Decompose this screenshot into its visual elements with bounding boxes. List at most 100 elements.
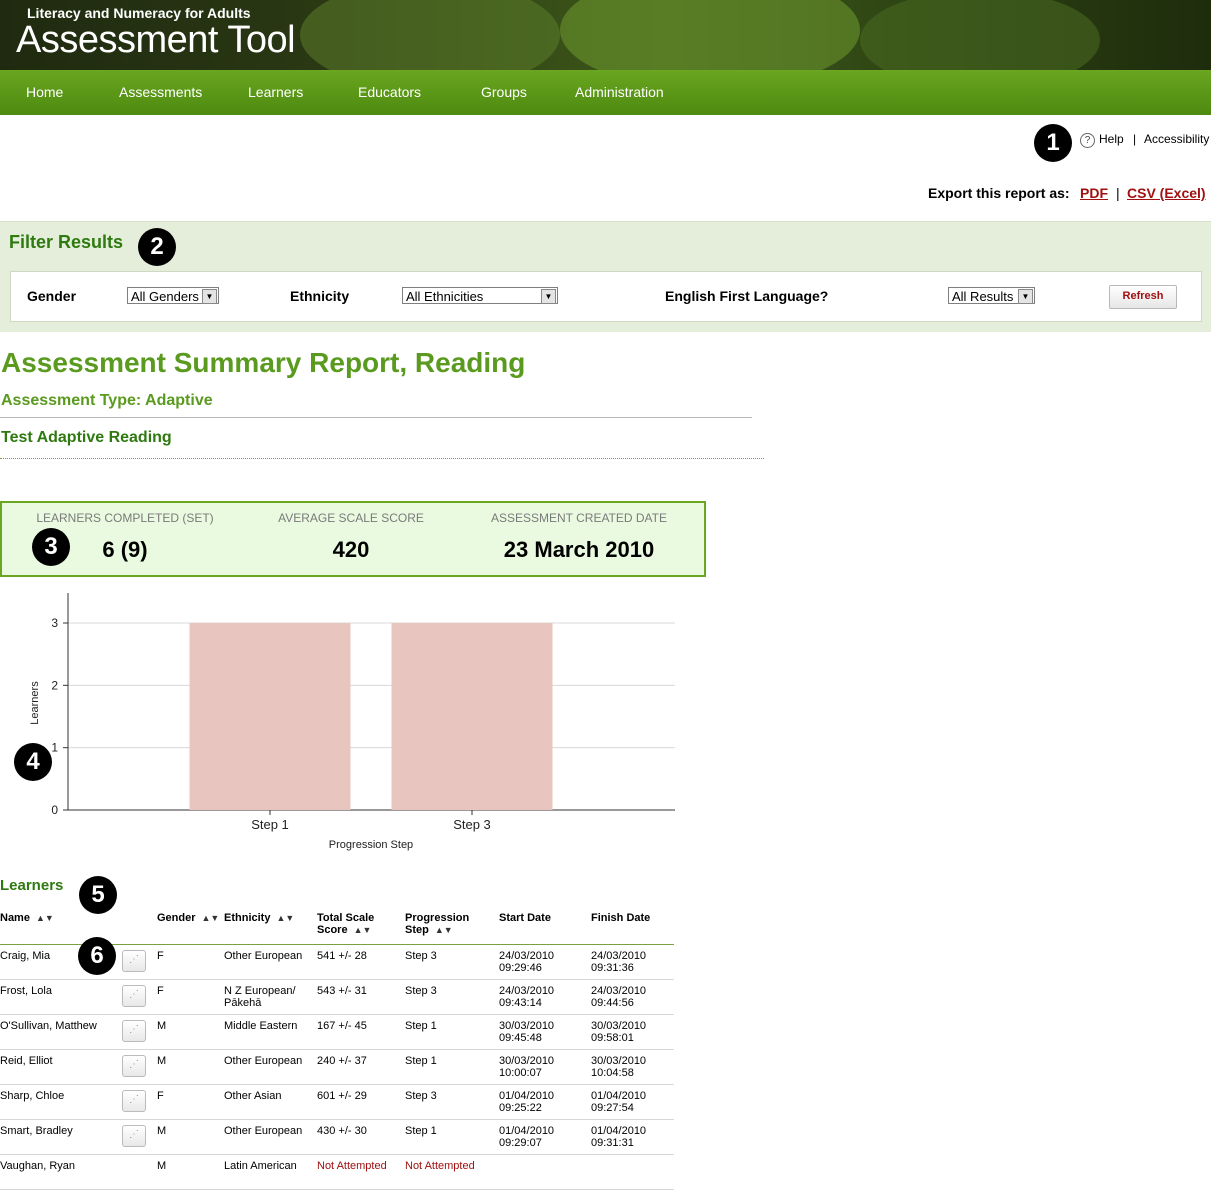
learner-gender: F xyxy=(157,944,224,980)
scatter-chart-icon[interactable]: ⋰ xyxy=(122,1055,146,1077)
nav-home[interactable]: Home xyxy=(26,84,63,100)
nav-groups[interactable]: Groups xyxy=(481,84,527,100)
graph-button[interactable]: ⋰ xyxy=(122,1014,157,1050)
learner-step: Step 1 xyxy=(405,1014,499,1050)
scatter-chart-icon[interactable]: ⋰ xyxy=(122,985,146,1007)
col-header-finish-date: Finish Date xyxy=(591,912,674,945)
nav-educators[interactable]: Educators xyxy=(358,84,421,100)
learner-step: Not Attempted xyxy=(405,1154,499,1190)
fern-decoration xyxy=(300,0,560,70)
sort-icon[interactable]: ▲▼ xyxy=(276,913,294,923)
learner-gender: M xyxy=(157,1119,224,1155)
learner-score: 541 +/- 28 xyxy=(317,944,405,980)
english-first-language-select[interactable]: All Results ▼ xyxy=(948,287,1035,304)
gender-select[interactable]: All Genders ▼ xyxy=(127,287,219,304)
y-tick-label: 1 xyxy=(51,741,58,755)
nav-assessments[interactable]: Assessments xyxy=(119,84,202,100)
y-tick-label: 0 xyxy=(51,803,58,817)
sort-icon[interactable]: ▲▼ xyxy=(36,913,54,923)
nav-administration[interactable]: Administration xyxy=(575,84,664,100)
progression-step-chart: 0 1 2 3 Step 1 Step 3 Progression Step Learners xyxy=(29,593,675,851)
callout-badge: 3 xyxy=(32,528,70,566)
gender-select-value: All Genders xyxy=(131,289,199,304)
learner-name: Frost, Lola xyxy=(0,979,122,1015)
graph-button[interactable]: ⋰ xyxy=(122,1049,157,1085)
refresh-button[interactable]: Refresh xyxy=(1109,285,1177,309)
ethnicity-label: Ethnicity xyxy=(290,288,350,304)
graph-button[interactable]: ⋰ xyxy=(122,979,157,1015)
scatter-chart-icon[interactable]: ⋰ xyxy=(122,1090,146,1112)
learner-ethnicity: Middle Eastern xyxy=(224,1014,317,1050)
learner-gender: M xyxy=(157,1049,224,1085)
learners-title: Learners xyxy=(0,877,64,894)
chevron-down-icon: ▼ xyxy=(541,289,556,304)
english-first-language-label: English First Language? xyxy=(665,288,829,304)
help-icon[interactable]: ? xyxy=(1080,133,1095,148)
learner-finish-date: 30/03/2010 09:58:01 xyxy=(591,1014,674,1050)
divider xyxy=(0,417,752,418)
english-first-language-select-value: All Results xyxy=(952,289,1014,304)
col-header-score[interactable]: Total Scale Score ▲▼ xyxy=(317,912,405,945)
learner-ethnicity: Latin American xyxy=(224,1154,317,1190)
learner-name: O'Sullivan, Matthew xyxy=(0,1014,122,1050)
learner-finish-date: 24/03/2010 09:44:56 xyxy=(591,979,674,1015)
learner-start-date: 01/04/2010 09:25:22 xyxy=(499,1084,591,1120)
assessment-created-label: ASSESSMENT CREATED DATE xyxy=(490,511,668,525)
col-header-step[interactable]: Progression Step ▲▼ xyxy=(405,912,499,945)
ethnicity-select[interactable]: All Ethnicities ▼ xyxy=(402,287,558,304)
learner-finish-date: 01/04/2010 09:31:31 xyxy=(591,1119,674,1155)
graph-button[interactable]: ⋰ xyxy=(122,1084,157,1120)
graph-button[interactable]: ⋰ xyxy=(122,1119,157,1155)
learner-step: Step 3 xyxy=(405,944,499,980)
nav-learners[interactable]: Learners xyxy=(248,84,303,100)
divider xyxy=(0,458,764,459)
export-pdf-link[interactable]: PDF xyxy=(1080,185,1108,201)
learner-gender: M xyxy=(157,1014,224,1050)
average-scale-score-label: AVERAGE SCALE SCORE xyxy=(278,511,424,525)
learner-finish-date: 01/04/2010 09:27:54 xyxy=(591,1084,674,1120)
learner-ethnicity: Other European xyxy=(224,1119,317,1155)
export-csv-link[interactable]: CSV (Excel) xyxy=(1127,185,1206,201)
col-header-ethnicity[interactable]: Ethnicity ▲▼ xyxy=(224,912,317,945)
x-tick-label: Step 1 xyxy=(251,817,289,832)
y-axis-label: Learners xyxy=(29,681,41,725)
sort-icon[interactable]: ▲▼ xyxy=(435,925,453,935)
callout-badge: 2 xyxy=(138,228,176,266)
learner-score: 601 +/- 29 xyxy=(317,1084,405,1120)
app-title: Assessment Tool xyxy=(16,19,296,61)
learner-start-date: 24/03/2010 09:43:14 xyxy=(499,979,591,1015)
scatter-chart-icon[interactable]: ⋰ xyxy=(122,1020,146,1042)
graph-button[interactable] xyxy=(122,1154,157,1190)
average-scale-score-value: 420 xyxy=(332,537,370,562)
scatter-chart-icon[interactable]: ⋰ xyxy=(122,1125,146,1147)
sort-icon[interactable]: ▲▼ xyxy=(354,925,372,935)
col-header-gender[interactable]: Gender ▲▼ xyxy=(157,912,224,945)
learner-name: Sharp, Chloe xyxy=(0,1084,122,1120)
learner-start-date: 01/04/2010 09:29:07 xyxy=(499,1119,591,1155)
callout-badge: 1 xyxy=(1034,124,1072,162)
learner-finish-date: 24/03/2010 09:31:36 xyxy=(591,944,674,980)
learner-step: Step 1 xyxy=(405,1049,499,1085)
ethnicity-select-value: All Ethnicities xyxy=(406,289,484,304)
sort-icon[interactable]: ▲▼ xyxy=(202,913,220,923)
scatter-chart-icon[interactable]: ⋰ xyxy=(122,950,146,972)
table-row: Sharp, Chloe ⋰ F Other Asian 601 +/- 29 Step … xyxy=(0,1084,674,1120)
learner-score: 543 +/- 31 xyxy=(317,979,405,1015)
export-separator: | xyxy=(1116,185,1120,201)
help-link[interactable]: Help xyxy=(1099,132,1124,146)
graph-button[interactable]: ⋰ xyxy=(122,944,157,980)
learner-name: Vaughan, Ryan xyxy=(0,1154,122,1190)
learner-score: 167 +/- 45 xyxy=(317,1014,405,1050)
learner-gender: F xyxy=(157,1084,224,1120)
filter-title: Filter Results xyxy=(9,232,124,252)
callout-badge: 6 xyxy=(78,937,116,975)
accessibility-link[interactable]: Accessibility xyxy=(1144,132,1209,146)
learner-step: Step 1 xyxy=(405,1119,499,1155)
learner-ethnicity: Other European xyxy=(224,944,317,980)
y-tick-label: 2 xyxy=(51,678,58,692)
learner-score: 430 +/- 30 xyxy=(317,1119,405,1155)
col-header-start-date: Start Date xyxy=(499,912,591,945)
learner-name: Reid, Elliot xyxy=(0,1049,122,1085)
learner-step: Step 3 xyxy=(405,1084,499,1120)
learner-score: 240 +/- 37 xyxy=(317,1049,405,1085)
